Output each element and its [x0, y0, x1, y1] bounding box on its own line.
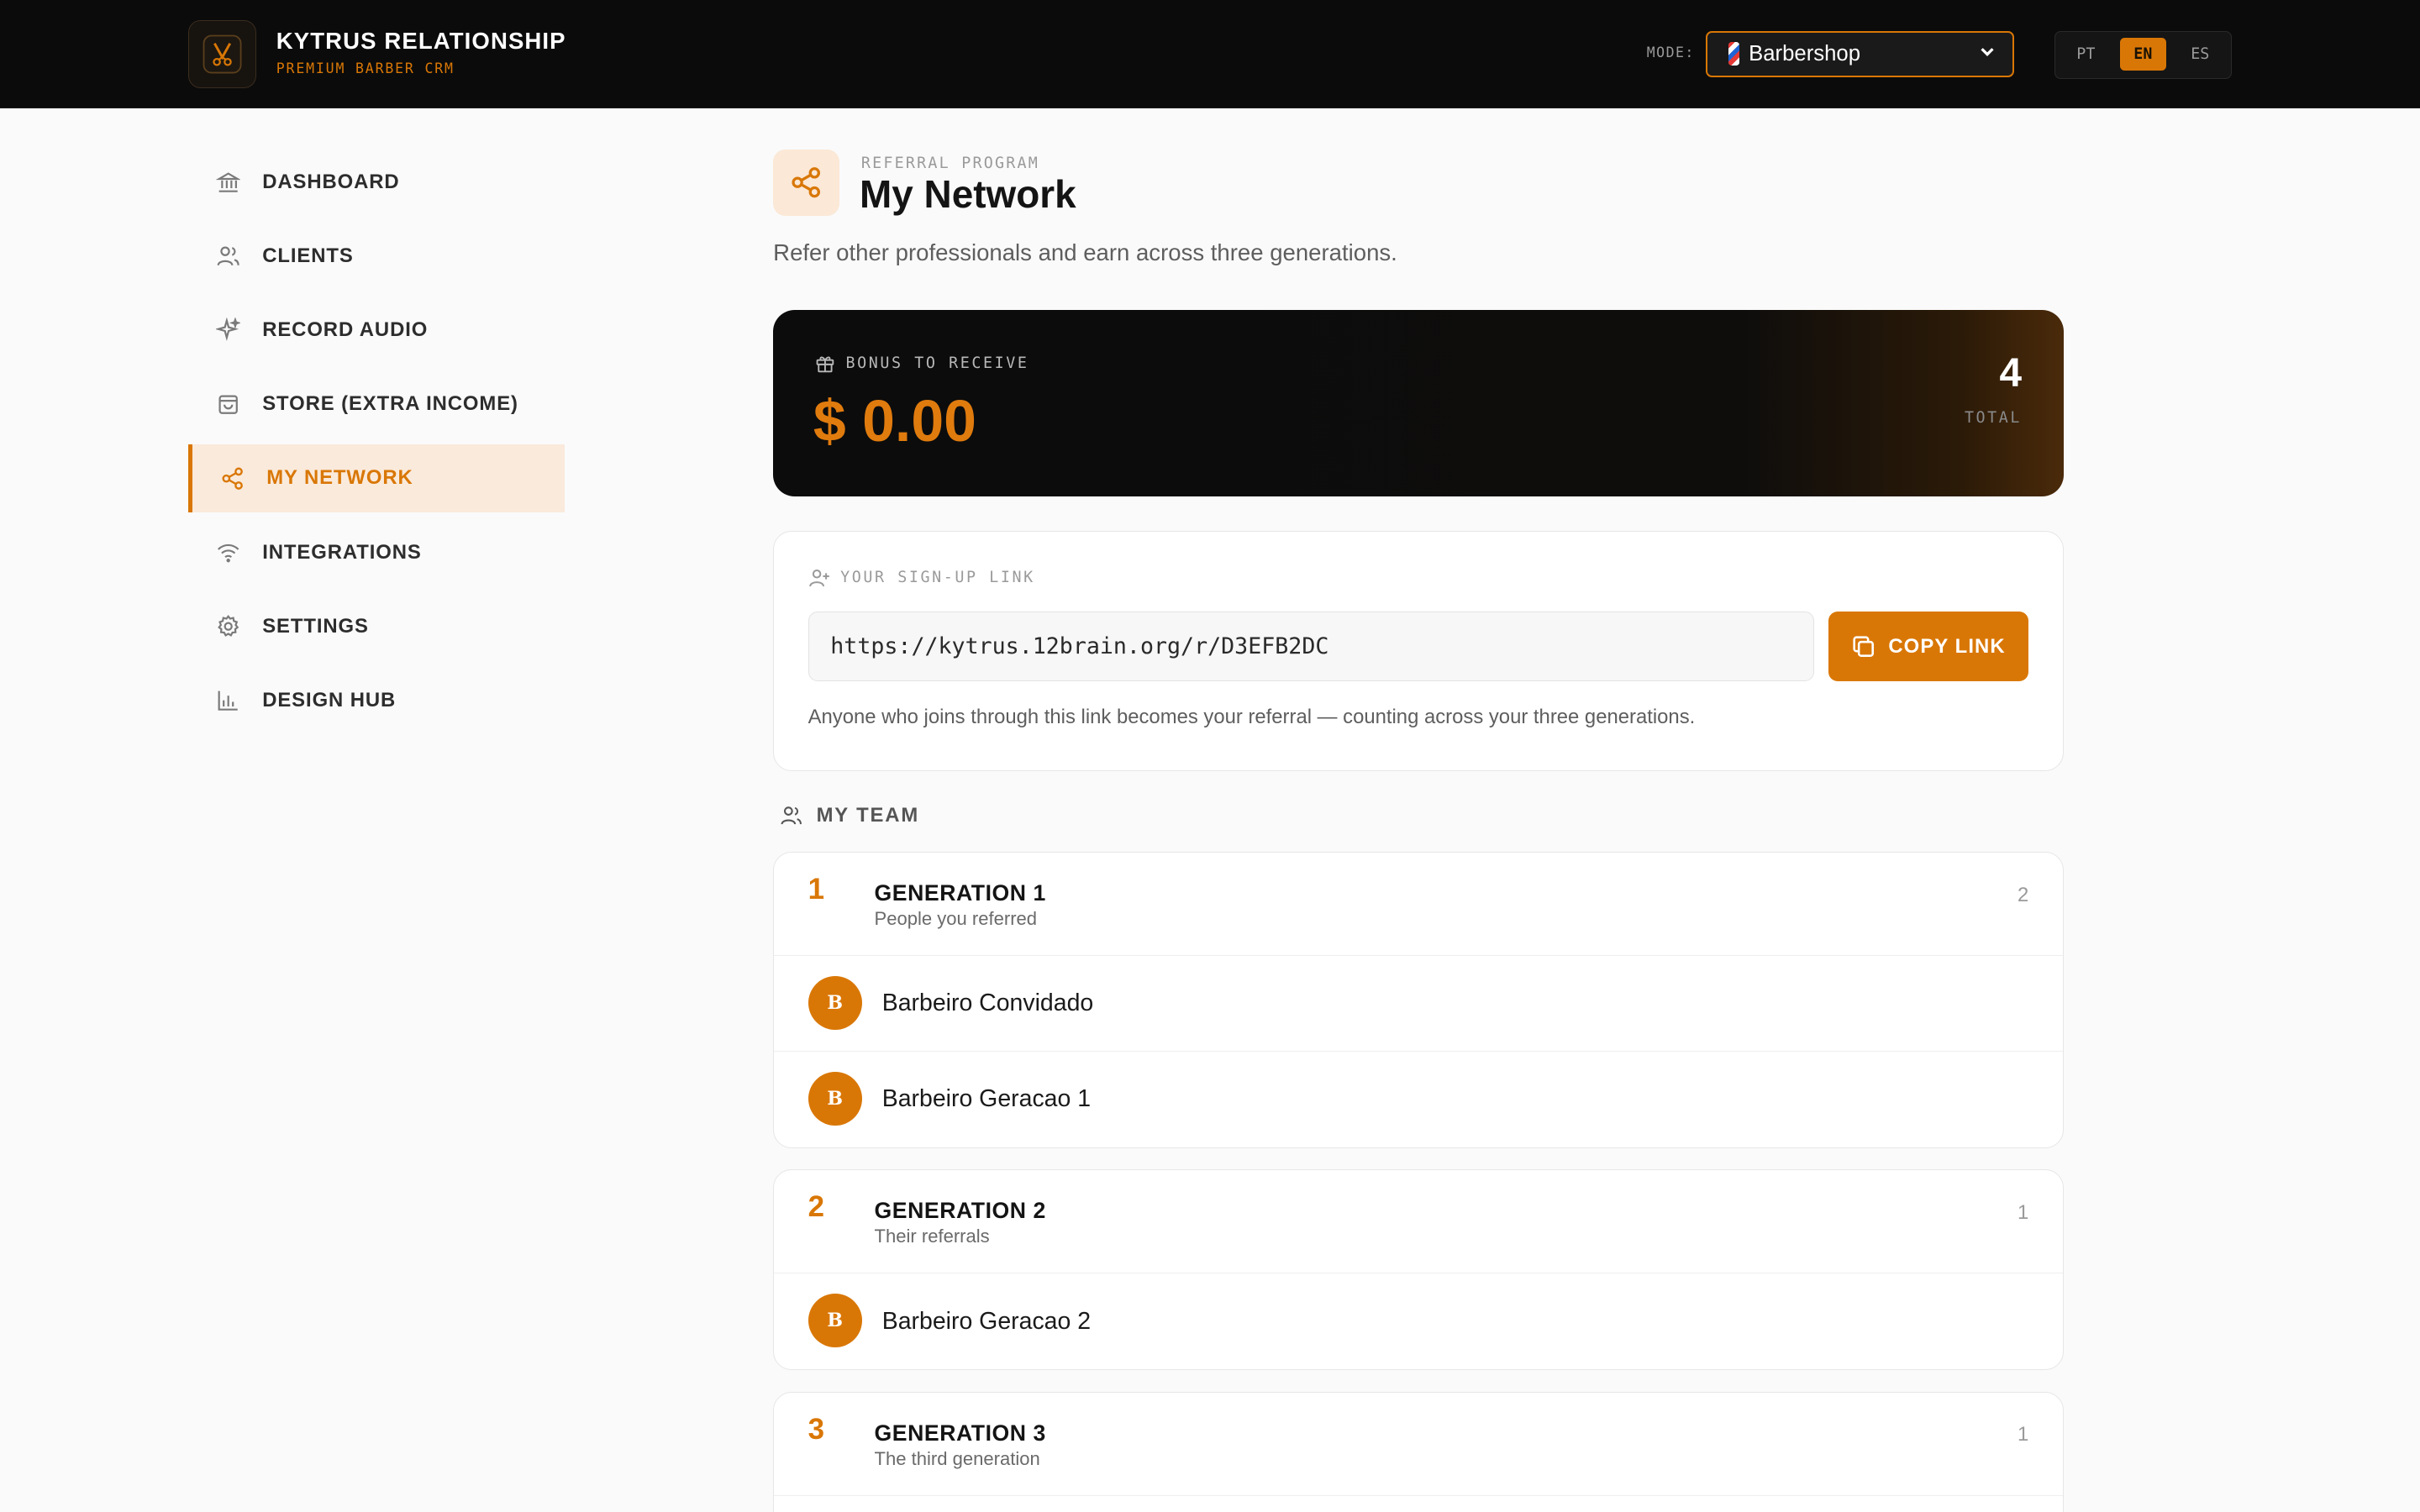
- copy-icon: [1853, 636, 1875, 657]
- generation-header[interactable]: 2 GENERATION 2 Their referrals 1: [774, 1170, 2063, 1274]
- generation-count: 2: [2017, 883, 2029, 906]
- generation-card: 1 GENERATION 1 People you referred 2 B B…: [773, 851, 2064, 1148]
- avatar: B: [808, 975, 862, 1031]
- lang-es-button[interactable]: ES: [2177, 38, 2223, 71]
- sparkles-icon: [214, 317, 242, 344]
- lang-pt-button[interactable]: PT: [2063, 38, 2109, 71]
- team-heading: MY TEAM: [780, 804, 920, 827]
- bonus-amount: $ 0.00: [813, 388, 976, 454]
- list-item[interactable]: B Barbeiro Geracao 2: [774, 1273, 2062, 1369]
- generation-header[interactable]: 1 GENERATION 1 People you referred 2: [774, 853, 2063, 956]
- sidebar-item-label: DESIGN HUB: [262, 688, 397, 711]
- bar-chart-icon: [214, 686, 242, 714]
- generation-title: GENERATION 1: [874, 879, 1046, 906]
- signup-link-note: Anyone who joins through this link becom…: [808, 706, 1696, 729]
- signup-link-input[interactable]: [808, 612, 1815, 681]
- list-item[interactable]: B Barbeiro Geracao 1: [774, 1052, 2062, 1147]
- generation-description: The third generation: [874, 1447, 1040, 1469]
- generation-card: 2 GENERATION 2 Their referrals 1 B Barbe…: [773, 1169, 2064, 1371]
- users-icon: [781, 806, 802, 825]
- sidebar-item-dashboard[interactable]: DASHBOARD: [188, 148, 565, 216]
- signup-link-card: YOUR SIGN-UP LINK COPY LINK Anyone who j…: [773, 530, 2064, 772]
- sidebar-item-label: SETTINGS: [262, 614, 369, 638]
- share-icon: [792, 167, 821, 198]
- sidebar-item-settings[interactable]: SETTINGS: [188, 592, 565, 660]
- sidebar-item-label: INTEGRATIONS: [262, 540, 422, 564]
- bonus-card: BONUS TO RECEIVE $ 0.00 4 TOTAL: [773, 310, 2064, 497]
- share-icon: [218, 465, 246, 492]
- member-name: Barbeiro Geracao 1: [881, 1085, 1092, 1113]
- generation-number: 1: [808, 872, 824, 906]
- copy-link-label: COPY LINK: [1888, 634, 2006, 658]
- page-icon-tile: [773, 150, 840, 217]
- team-heading-text: MY TEAM: [816, 803, 920, 827]
- total-referrals-count: 4: [1999, 350, 2023, 396]
- member-name: Barbeiro Geracao 2: [881, 1307, 1092, 1335]
- signup-link-label: YOUR SIGN-UP LINK: [808, 567, 1035, 589]
- barber-scissors-icon: [203, 34, 242, 74]
- sidebar-item-label: RECORD AUDIO: [262, 318, 429, 342]
- signup-link-label-text: YOUR SIGN-UP LINK: [840, 569, 1035, 587]
- page-title: My Network: [860, 171, 1076, 216]
- sidebar-item-label: CLIENTS: [262, 244, 354, 267]
- brand-title: KYTRUS RELATIONSHIP: [276, 28, 566, 55]
- sidebar-item-store[interactable]: STORE (EXTRA INCOME): [188, 370, 565, 438]
- language-switcher: PT EN ES: [2054, 30, 2232, 79]
- top-bar: KYTRUS RELATIONSHIP PREMIUM BARBER CRM M…: [0, 0, 2420, 108]
- sidebar-item-clients[interactable]: CLIENTS: [188, 222, 565, 290]
- shopping-bag-icon: [214, 391, 242, 418]
- generation-header[interactable]: 3 GENERATION 3 The third generation 1: [774, 1393, 2063, 1496]
- mode-label: MODE:: [1646, 45, 1695, 61]
- bank-icon: [214, 168, 242, 196]
- gear-icon: [214, 612, 242, 640]
- total-referrals-label: TOTAL: [1964, 408, 2023, 427]
- generation-title: GENERATION 3: [874, 1420, 1046, 1446]
- bonus-label-text: BONUS TO RECEIVE: [845, 354, 1029, 373]
- mode-select-value: Barbershop: [1749, 41, 1860, 66]
- sidebar-item-record-audio[interactable]: RECORD AUDIO: [188, 297, 565, 365]
- logo[interactable]: [188, 19, 256, 88]
- gift-icon: [816, 356, 834, 372]
- brand-subtitle: PREMIUM BARBER CRM: [276, 60, 455, 76]
- generation-description: People you referred: [874, 907, 1038, 929]
- mode-select[interactable]: Barbershop: [1705, 30, 2014, 77]
- sidebar-item-design-hub[interactable]: DESIGN HUB: [188, 666, 565, 734]
- lang-en-button[interactable]: EN: [2119, 38, 2166, 71]
- generation-count: 1: [2017, 1200, 2029, 1224]
- bonus-label: BONUS TO RECEIVE: [815, 354, 1029, 374]
- generation-number: 2: [808, 1190, 824, 1224]
- member-name: Barbeiro Convidado: [881, 990, 1094, 1017]
- wifi-icon: [214, 538, 242, 566]
- generation-number: 3: [808, 1412, 824, 1446]
- generation-description: Their referrals: [874, 1226, 990, 1247]
- sidebar-item-label: DASHBOARD: [262, 170, 400, 193]
- page-subtitle: Refer other professionals and earn acros…: [773, 239, 1397, 265]
- avatar: B: [808, 1294, 862, 1348]
- generation-count: 1: [2017, 1423, 2029, 1446]
- sidebar-item-my-network[interactable]: MY NETWORK: [188, 444, 566, 512]
- avatar: B: [808, 1071, 862, 1126]
- page-eyebrow: REFERRAL PROGRAM: [860, 154, 1039, 172]
- generation-card: 3 GENERATION 3 The third generation 1: [773, 1391, 2064, 1512]
- sidebar-item-label: MY NETWORK: [266, 466, 413, 490]
- user-plus-icon: [808, 570, 829, 587]
- chevron-down-icon: [1978, 42, 1996, 66]
- barber-pole-icon: [1728, 42, 1740, 66]
- users-icon: [214, 242, 242, 270]
- sidebar-item-integrations[interactable]: INTEGRATIONS: [188, 518, 565, 586]
- generation-title: GENERATION 2: [874, 1198, 1046, 1224]
- copy-link-button[interactable]: COPY LINK: [1828, 612, 2029, 681]
- sidebar-item-label: STORE (EXTRA INCOME): [262, 392, 518, 416]
- list-item[interactable]: B Barbeiro Convidado: [774, 956, 2063, 1052]
